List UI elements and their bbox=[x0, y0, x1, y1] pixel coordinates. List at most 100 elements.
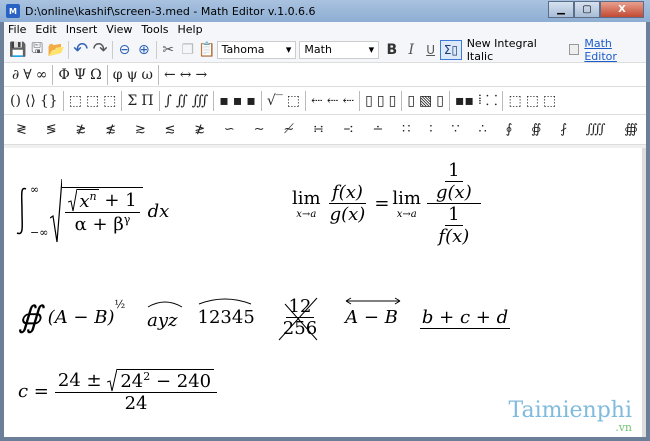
relation-symbol-button[interactable]: ≁ bbox=[281, 122, 296, 137]
template-button[interactable]: ▯ bbox=[434, 93, 446, 109]
symbol-button[interactable]: φ bbox=[111, 67, 125, 83]
template-button[interactable]: Π bbox=[139, 93, 155, 109]
relation-symbol-button[interactable]: ∶ bbox=[427, 122, 434, 137]
template-button[interactable]: ▯ bbox=[387, 93, 399, 109]
zoom-in-icon[interactable]: ⊕ bbox=[134, 40, 153, 60]
symbol-button[interactable]: ∂ bbox=[10, 67, 21, 83]
relation-symbol-button[interactable]: ≵ bbox=[73, 122, 88, 137]
symbol-button[interactable]: Ψ bbox=[72, 67, 88, 83]
relation-symbol-button[interactable]: ∺ bbox=[311, 122, 326, 137]
relation-symbol-button[interactable]: ≵ bbox=[192, 122, 207, 137]
relation-symbol-button[interactable]: ⨌ bbox=[584, 122, 608, 137]
template-button[interactable]: ⇠ bbox=[309, 93, 325, 109]
symbol-button[interactable]: Φ bbox=[56, 67, 71, 83]
maximize-button[interactable]: ▢ bbox=[574, 1, 600, 18]
template-button[interactable]: ∭ bbox=[190, 93, 211, 109]
undo-icon[interactable]: ↶ bbox=[71, 39, 90, 60]
symbol-button[interactable]: ∞ bbox=[34, 67, 50, 83]
save-icon[interactable]: 💾 bbox=[8, 40, 27, 60]
minimize-button[interactable]: ▁ bbox=[548, 1, 574, 18]
template-button[interactable]: ⸬ bbox=[484, 91, 500, 110]
template-button[interactable]: ∫ bbox=[163, 93, 174, 109]
symbol-button[interactable]: ∀ bbox=[21, 67, 33, 83]
menu-insert[interactable]: Insert bbox=[66, 23, 98, 36]
math-editor-link[interactable]: Math Editor bbox=[584, 37, 646, 63]
cut-icon[interactable]: ✂ bbox=[159, 40, 178, 60]
font-select[interactable]: Tahoma ▾ bbox=[216, 40, 297, 59]
template-button[interactable]: ⬚ bbox=[84, 93, 101, 109]
template-button[interactable]: ⬚ bbox=[524, 93, 541, 109]
bold-button[interactable]: B bbox=[382, 40, 401, 60]
menu-view[interactable]: View bbox=[106, 23, 132, 36]
relation-symbol-button[interactable]: ∮ bbox=[504, 122, 515, 137]
equation-canvas[interactable]: ∞ −∞ xn + 1 α + βγ dx lim x→a f(x) g(x) = … bbox=[4, 148, 642, 437]
separator bbox=[157, 64, 159, 85]
menu-edit[interactable]: Edit bbox=[35, 23, 56, 36]
relation-symbol-button[interactable]: ≴ bbox=[103, 122, 118, 137]
copy-icon[interactable]: ❐ bbox=[178, 40, 197, 60]
template-button[interactable]: ▧ bbox=[417, 93, 434, 109]
integral-italic-checkbox[interactable] bbox=[568, 44, 580, 55]
symbol-button[interactable]: ← bbox=[162, 67, 178, 83]
template-button[interactable]: ▯ bbox=[375, 93, 387, 109]
template-button[interactable]: ▯ bbox=[363, 93, 375, 109]
menu-tools[interactable]: Tools bbox=[141, 23, 168, 36]
relation-symbol-button[interactable]: ≷ bbox=[14, 122, 29, 137]
template-button[interactable]: ⇠ bbox=[325, 93, 341, 109]
relation-symbol-button[interactable]: ∯ bbox=[529, 122, 543, 137]
close-button[interactable]: X bbox=[600, 1, 644, 18]
paste-icon[interactable]: 📋 bbox=[197, 40, 216, 60]
relation-symbol-button[interactable]: ≲ bbox=[163, 122, 178, 137]
template-button[interactable]: ∬ bbox=[174, 93, 190, 109]
template-button[interactable]: ▪▪ bbox=[453, 93, 476, 109]
template-button[interactable]: ⬚ bbox=[101, 93, 118, 109]
relation-symbol-button[interactable]: ∷ bbox=[400, 122, 412, 137]
relation-symbol-button[interactable]: ∵ bbox=[449, 122, 461, 137]
template-button[interactable]: ▪ bbox=[217, 93, 231, 109]
symbol-button[interactable]: ω bbox=[140, 67, 155, 83]
template-button[interactable]: ▯ bbox=[405, 93, 417, 109]
italic-button[interactable]: I bbox=[402, 40, 421, 60]
template-button[interactable]: ⁞ bbox=[476, 92, 484, 109]
relation-symbol-button[interactable]: ≳ bbox=[133, 122, 148, 137]
redo-icon[interactable]: ↷ bbox=[90, 39, 109, 60]
separator bbox=[155, 40, 157, 59]
template-button[interactable]: ⟨⟩ bbox=[23, 93, 38, 109]
template-button[interactable]: {} bbox=[38, 93, 60, 109]
relation-symbol-button[interactable]: ∽ bbox=[222, 122, 237, 137]
symbol-button[interactable]: ↔ bbox=[178, 67, 194, 83]
relation-symbol-button[interactable]: ∴ bbox=[476, 122, 488, 137]
watermark-logo: Taimienphi .vn bbox=[508, 398, 633, 434]
open-icon[interactable]: 📂 bbox=[47, 40, 66, 60]
relation-symbol-button[interactable]: ∹ bbox=[341, 122, 356, 137]
template-button[interactable]: () bbox=[8, 93, 23, 109]
relation-symbol-button[interactable]: ⨏ bbox=[558, 122, 569, 137]
template-button[interactable]: ⬚ bbox=[541, 93, 558, 109]
symbol-button[interactable]: ψ bbox=[125, 67, 140, 83]
save-as-icon[interactable]: 🖫 bbox=[27, 40, 46, 60]
style-select[interactable]: Math ▾ bbox=[299, 40, 380, 59]
underline-button[interactable]: U bbox=[421, 40, 440, 60]
template-button[interactable]: ▪ bbox=[231, 93, 245, 109]
menu-file[interactable]: File bbox=[8, 23, 26, 36]
app-icon: M bbox=[6, 4, 20, 18]
template-button[interactable]: ⬚ bbox=[67, 93, 84, 109]
template-button[interactable]: ⬚ bbox=[506, 93, 523, 109]
relation-symbol-button[interactable]: ∰ bbox=[622, 122, 640, 137]
zoom-out-icon[interactable]: ⊖ bbox=[115, 40, 134, 60]
vertical-scrollbar[interactable] bbox=[642, 148, 646, 437]
relation-symbol-button[interactable]: ∸ bbox=[370, 122, 385, 137]
font-value: Tahoma bbox=[221, 43, 265, 56]
relation-symbol-button[interactable]: ≶ bbox=[44, 122, 59, 137]
template-button[interactable]: ⬚ bbox=[285, 93, 302, 109]
template-button[interactable]: Σ bbox=[125, 93, 139, 109]
template-button[interactable]: √‾ bbox=[265, 93, 285, 109]
relation-symbol-button[interactable]: ∼ bbox=[252, 122, 267, 137]
arc-12345: 12345 bbox=[198, 298, 255, 328]
symbol-button[interactable]: Ω bbox=[88, 67, 104, 83]
sigma-toggle-button[interactable]: Σ▯ bbox=[440, 39, 462, 60]
symbol-button[interactable]: → bbox=[193, 67, 209, 83]
template-button[interactable]: ▪ bbox=[244, 93, 258, 109]
template-button[interactable]: ⇠ bbox=[340, 93, 356, 109]
menu-help[interactable]: Help bbox=[178, 23, 203, 36]
